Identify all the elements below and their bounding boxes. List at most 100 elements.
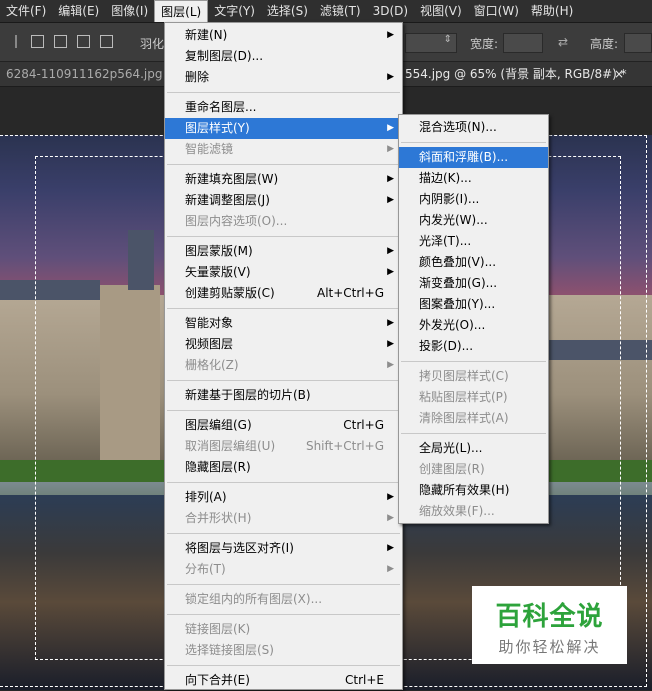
layer-menu-item-13[interactable]: 矢量蒙版(V) ▶ xyxy=(165,262,402,283)
layer-menu-item-5[interactable]: 图层样式(Y) ▶ xyxy=(165,118,402,139)
watermark-title: 百科全说 xyxy=(495,602,604,632)
layer-menu-item-18: 栅格化(Z) ▶ xyxy=(165,355,402,376)
style-menu-item-label: 投影(D)... xyxy=(419,339,474,353)
style-menu-item-label: 粘贴图层样式(P) xyxy=(419,390,508,404)
submenu-arrow-icon: ▶ xyxy=(387,246,394,256)
layer-menu-item-label: 分布(T) xyxy=(185,562,226,576)
style-menu-item-15: 清除图层样式(A) xyxy=(399,408,548,429)
layer-menu-item-32: 锁定组内的所有图层(X)... xyxy=(165,589,402,610)
add-selection-icon[interactable] xyxy=(54,35,67,48)
layer-menu-item-label: 栅格化(Z) xyxy=(185,358,239,372)
submenu-arrow-icon: ▶ xyxy=(387,339,394,349)
style-menu-item-0[interactable]: 混合选项(N)... xyxy=(399,117,548,138)
layer-menu-item-12[interactable]: 图层蒙版(M) ▶ xyxy=(165,241,402,262)
tab-document-2[interactable]: 554.jpg @ 65% (背景 副本, RGB/8#) * xyxy=(405,62,627,86)
submenu-arrow-icon: ▶ xyxy=(387,195,394,205)
layer-menu-item-20[interactable]: 新建基于图层的切片(B) xyxy=(165,385,402,406)
style-menu-item-label: 颜色叠加(V)... xyxy=(419,255,497,269)
shortcut-label: Alt+Ctrl+G xyxy=(316,286,384,300)
tab-document-1[interactable]: 6284-110911162p564.jpg @ 6 xyxy=(6,62,190,86)
submenu-arrow-icon: ▶ xyxy=(387,360,394,370)
menu-2[interactable]: 图像(I) xyxy=(105,0,154,22)
menu-separator xyxy=(167,482,400,483)
menu-10[interactable]: 帮助(H) xyxy=(525,0,579,22)
layer-menu-item-label: 复制图层(D)... xyxy=(185,49,264,63)
layer-menu-item-label: 新建填充图层(W) xyxy=(185,172,279,186)
style-menu-item-2[interactable]: 斜面和浮雕(B)... xyxy=(399,147,548,168)
style-menu-item-8[interactable]: 渐变叠加(G)... xyxy=(399,273,548,294)
submenu-arrow-icon: ▶ xyxy=(387,564,394,574)
style-menu-item-label: 缩放效果(F)... xyxy=(419,504,495,518)
style-menu-item-5[interactable]: 内发光(W)... xyxy=(399,210,548,231)
menu-6[interactable]: 滤镜(T) xyxy=(314,0,367,22)
style-menu-item-10[interactable]: 外发光(O)... xyxy=(399,315,548,336)
menu-9[interactable]: 窗口(W) xyxy=(468,0,525,22)
style-menu-item-6[interactable]: 光泽(T)... xyxy=(399,231,548,252)
style-menu-item-label: 拷贝图层样式(C) xyxy=(419,369,509,383)
menu-8[interactable]: 视图(V) xyxy=(414,0,468,22)
layer-menu-item-9[interactable]: 新建调整图层(J) ▶ xyxy=(165,190,402,211)
style-menu-item-label: 描边(K)... xyxy=(419,171,472,185)
intersect-selection-icon[interactable] xyxy=(100,35,113,48)
submenu-arrow-icon: ▶ xyxy=(387,318,394,328)
menu-7[interactable]: 3D(D) xyxy=(367,0,414,22)
style-menu-item-4[interactable]: 内阴影(I)... xyxy=(399,189,548,210)
height-label: 高度: xyxy=(590,37,619,51)
shortcut-label: Ctrl+E xyxy=(345,673,384,687)
swap-icon[interactable]: ⇄ xyxy=(558,35,568,49)
layer-menu-item-17[interactable]: 视频图层 ▶ xyxy=(165,334,402,355)
layer-menu-item-label: 智能对象 xyxy=(185,316,234,330)
layer-menu-item-label: 图层编组(G) xyxy=(185,418,252,432)
style-menu-item-label: 渐变叠加(G)... xyxy=(419,276,498,290)
menu-5[interactable]: 选择(S) xyxy=(261,0,314,22)
menu-separator xyxy=(167,410,400,411)
menu-separator xyxy=(167,308,400,309)
layer-menu-item-8[interactable]: 新建填充图层(W) ▶ xyxy=(165,169,402,190)
layer-menu-item-label: 新建调整图层(J) xyxy=(185,193,270,207)
menu-separator xyxy=(167,533,400,534)
layer-menu-item-22[interactable]: 图层编组(G) Ctrl+G xyxy=(165,415,402,436)
layer-menu-item-26[interactable]: 排列(A) ▶ xyxy=(165,487,402,508)
layer-menu-item-2[interactable]: 删除 ▶ xyxy=(165,67,402,88)
layer-menu-item-1[interactable]: 复制图层(D)... xyxy=(165,46,402,67)
style-select[interactable]: ⇕ xyxy=(405,33,457,53)
submenu-arrow-icon: ▶ xyxy=(387,267,394,277)
style-menu-item-7[interactable]: 颜色叠加(V)... xyxy=(399,252,548,273)
menu-1[interactable]: 编辑(E) xyxy=(52,0,105,22)
height-input[interactable] xyxy=(624,33,652,53)
style-menu-item-17[interactable]: 全局光(L)... xyxy=(399,438,548,459)
chevron-updown-icon: ⇕ xyxy=(443,34,452,45)
layer-menu-item-14[interactable]: 创建剪贴蒙版(C) Alt+Ctrl+G xyxy=(165,283,402,304)
width-input[interactable] xyxy=(503,33,543,53)
new-selection-icon[interactable] xyxy=(31,35,44,48)
menu-4[interactable]: 文字(Y) xyxy=(208,0,261,22)
layer-menu-item-16[interactable]: 智能对象 ▶ xyxy=(165,313,402,334)
layer-menu-item-10: 图层内容选项(O)... xyxy=(165,211,402,232)
layer-menu-item-label: 新建(N) xyxy=(185,28,228,42)
style-menu-item-3[interactable]: 描边(K)... xyxy=(399,168,548,189)
style-menu-item-9[interactable]: 图案叠加(Y)... xyxy=(399,294,548,315)
style-menu-item-11[interactable]: 投影(D)... xyxy=(399,336,548,357)
style-menu-item-19[interactable]: 隐藏所有效果(H) xyxy=(399,480,548,501)
submenu-arrow-icon: ▶ xyxy=(387,543,394,553)
menu-0[interactable]: 文件(F) xyxy=(0,0,52,22)
submenu-arrow-icon: ▶ xyxy=(387,513,394,523)
menu-separator xyxy=(167,584,400,585)
layer-menu-item-0[interactable]: 新建(N) ▶ xyxy=(165,25,402,46)
menu-3[interactable]: 图层(L) xyxy=(154,0,209,22)
subtract-selection-icon[interactable] xyxy=(77,35,90,48)
style-menu-item-label: 混合选项(N)... xyxy=(419,120,497,134)
layer-menu-item-label: 矢量蒙版(V) xyxy=(185,265,251,279)
layer-menu-item-24[interactable]: 隐藏图层(R) xyxy=(165,457,402,478)
layer-menu-item-29[interactable]: 将图层与选区对齐(I) ▶ xyxy=(165,538,402,559)
close-icon[interactable]: × xyxy=(614,62,624,86)
style-menu-item-label: 光泽(T)... xyxy=(419,234,472,248)
menu-separator xyxy=(167,665,400,666)
layer-menu-item-label: 将图层与选区对齐(I) xyxy=(185,541,294,555)
layer-menu-item-37[interactable]: 向下合并(E) Ctrl+E xyxy=(165,670,402,691)
layer-menu-item-label: 图层样式(Y) xyxy=(185,121,250,135)
layer-menu-item-label: 重命名图层... xyxy=(185,100,257,114)
style-menu-item-label: 外发光(O)... xyxy=(419,318,486,332)
layer-menu-item-4[interactable]: 重命名图层... xyxy=(165,97,402,118)
watermark-subtitle: 助你轻松解决 xyxy=(498,638,601,656)
